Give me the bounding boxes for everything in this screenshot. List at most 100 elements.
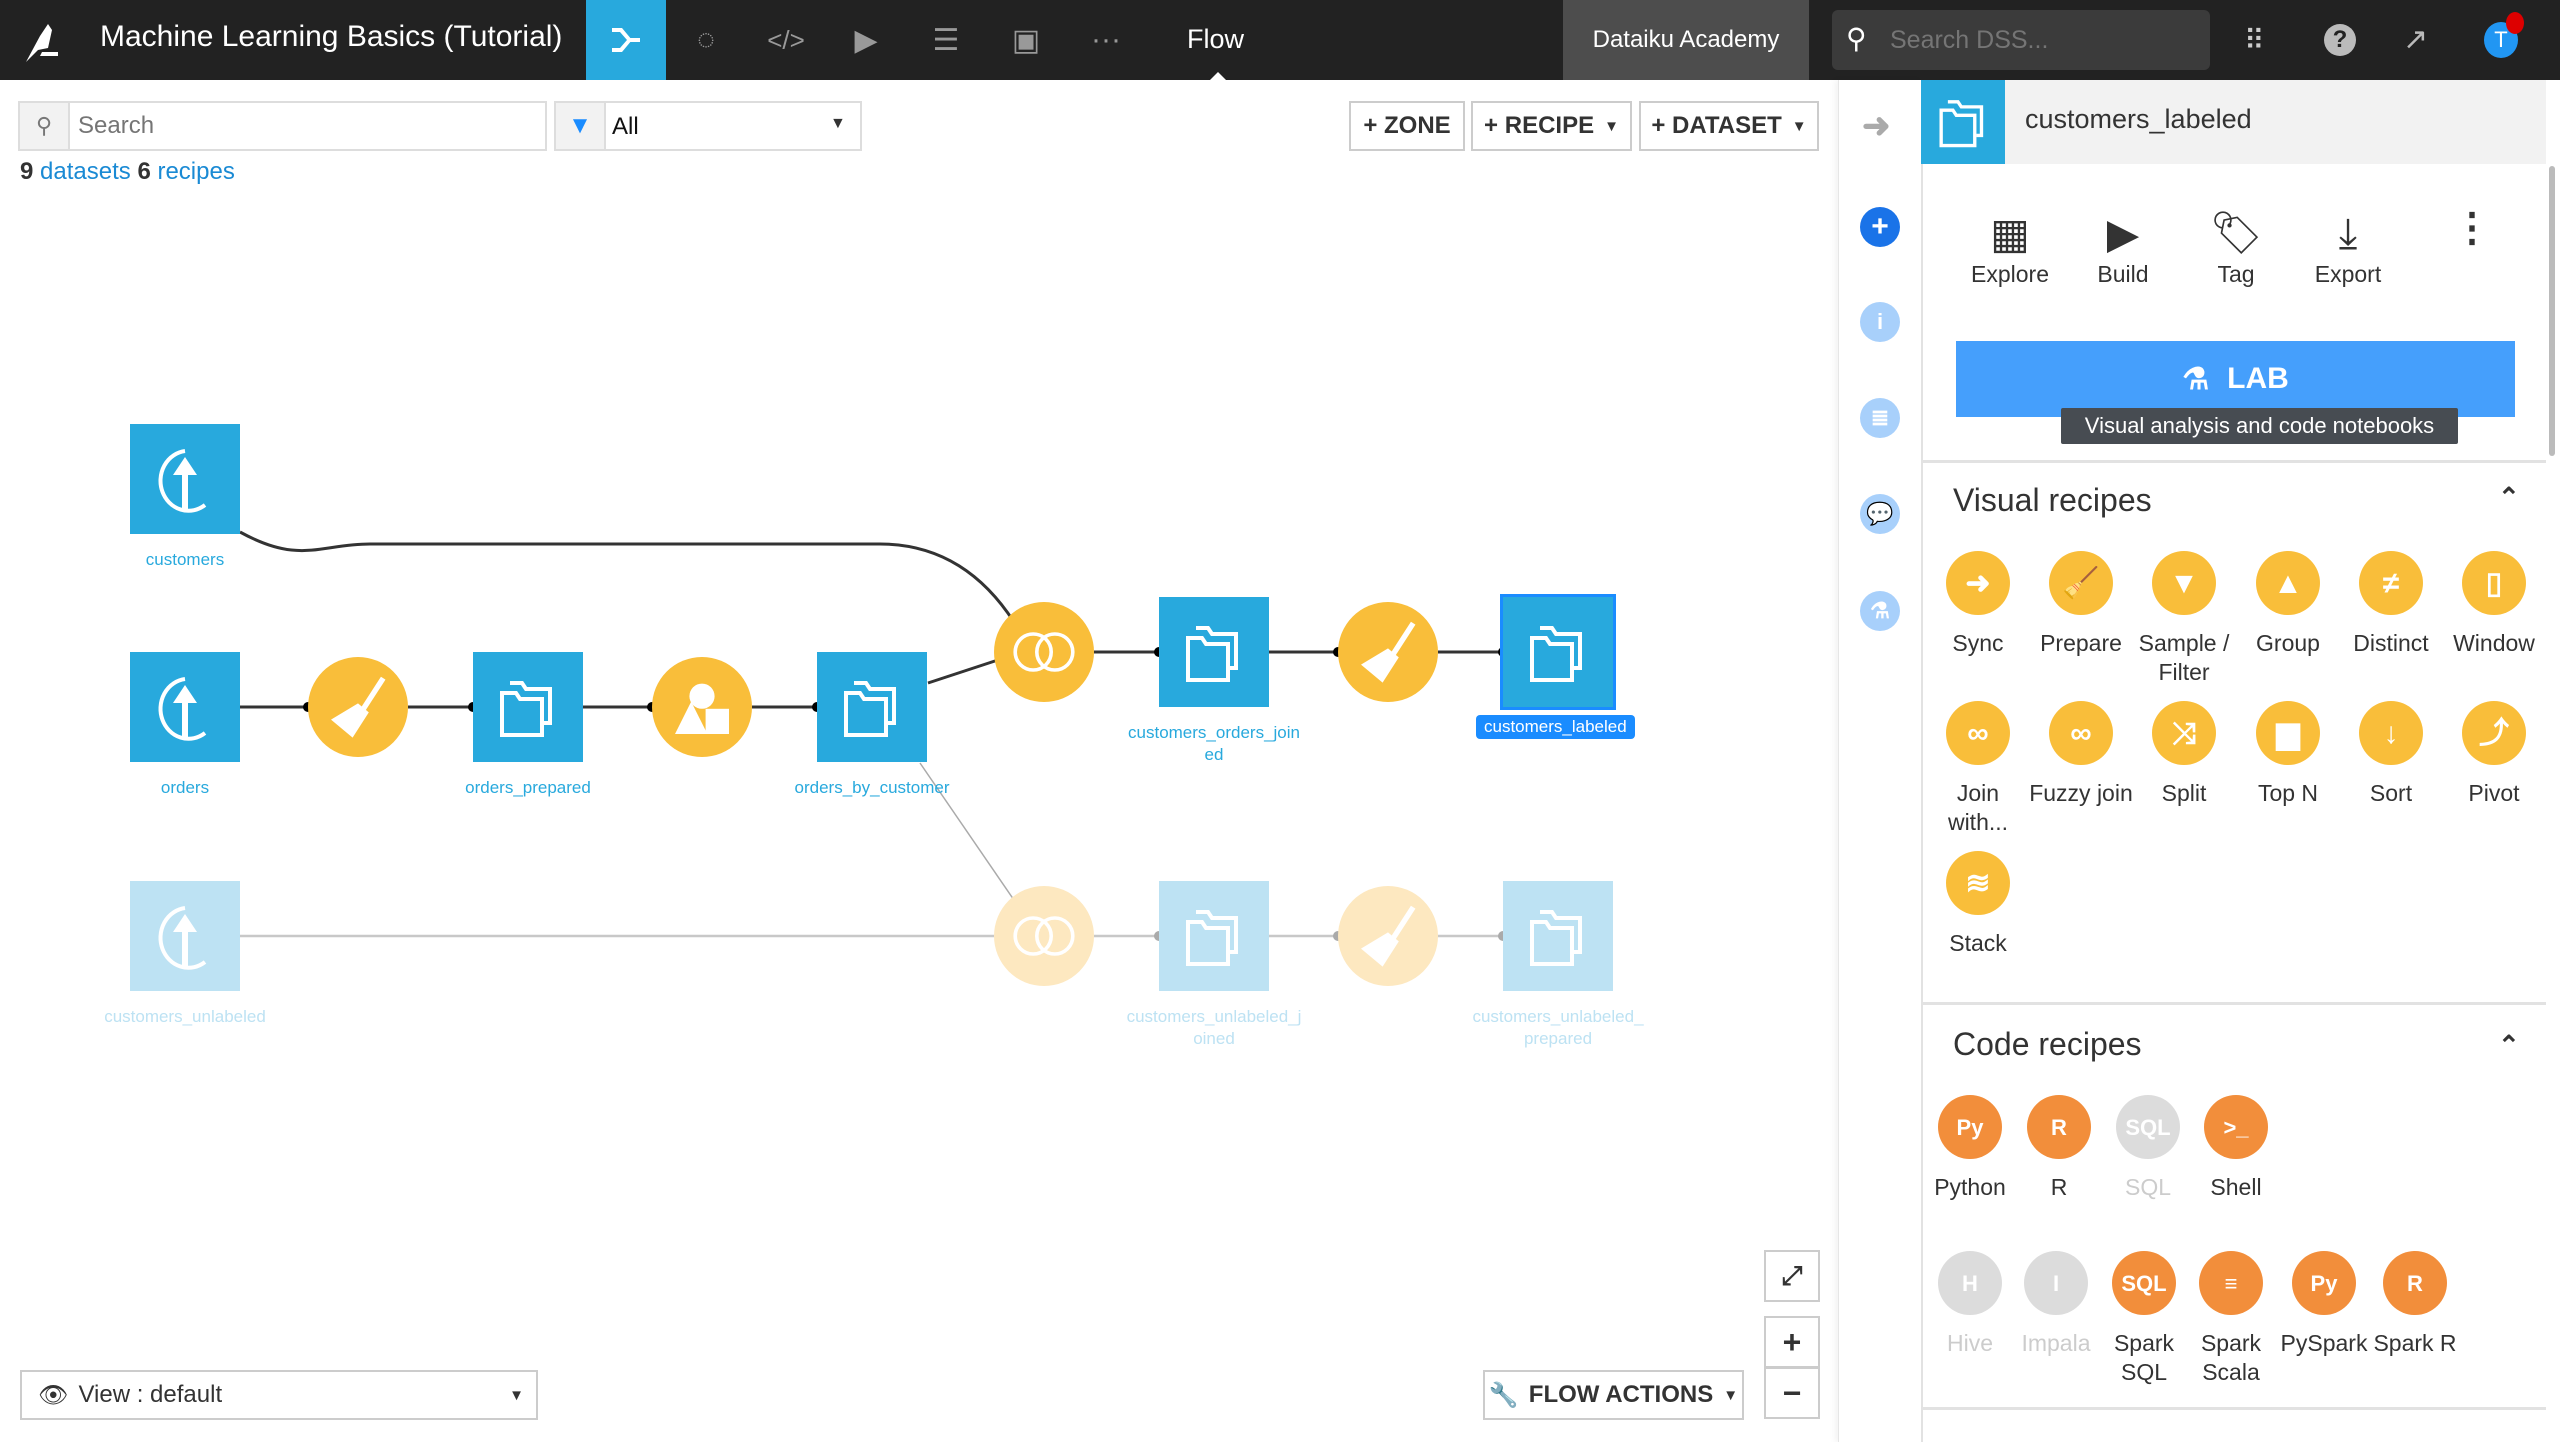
dataset-node-customers_labeled [1503,597,1613,707]
collapse-panel-icon[interactable]: ➜ [1862,106,1891,146]
help-icon[interactable]: ? [2324,24,2356,56]
recipe-icon: ➜ [1946,551,2010,615]
panel-title: customers_labeled [2025,104,2252,134]
recipe-icon: ⤴ [2462,701,2526,765]
lab-button[interactable]: ⚗ LAB [1956,341,2515,417]
global-search-input[interactable] [1890,22,2190,58]
recipe-label: Distinct [2353,630,2429,656]
avatar-initial: T [2494,27,2508,52]
collapse-code-recipes-chevron-up-icon[interactable]: ⌃ [2498,1030,2520,1061]
recipe-label: Sync [1952,630,2004,656]
visual-recipe-pivot[interactable]: ⤴ Pivot [2442,701,2546,808]
panel-scrollbar[interactable] [2549,166,2555,456]
recipe-icon: >_ [2204,1095,2268,1159]
right-strip [1838,80,1921,1442]
dataset-label[interactable]: customers [75,549,295,571]
dataset-label[interactable]: customers_orders_joined [1124,722,1304,766]
dataset-node-customers_unlabeled_prepared [1503,881,1613,991]
recipe-label: Spark R [2373,1330,2457,1356]
visual-recipe-distinct[interactable]: ≠ Distinct [2339,551,2443,658]
tool-export-button[interactable]: ⤓ Export [2293,205,2403,288]
schema-list-icon[interactable]: ≣ [1860,398,1900,438]
dataset-folder-icon [1921,80,2005,164]
tool-build-button[interactable]: ▶ Build [2068,205,2178,288]
actions-plus-icon[interactable]: + [1860,207,1900,247]
dataset-label[interactable]: orders_prepared [418,777,638,799]
recipe-icon: I [2024,1251,2088,1315]
collapse-visual-recipes-chevron-up-icon[interactable]: ⌃ [2498,482,2520,513]
recipe-label: Fuzzy join [2029,780,2133,806]
visual-recipe-prepare[interactable]: 🧹 Prepare [2029,551,2133,658]
visual-recipe-stack[interactable]: ≋ Stack [1926,851,2030,958]
visual-recipe-split[interactable]: ⤨ Split [2132,701,2236,808]
visual-recipe-join-with-[interactable]: ∞ Join with... [1926,701,2030,837]
dataset-node-customers_unlabeled_joined [1159,881,1269,991]
dataset-node-customers_orders_joined [1159,597,1269,707]
global-search[interactable]: ⚲ [1832,10,2210,70]
discussion-icon[interactable]: 💬 [1860,494,1900,534]
code-recipe-pyspark[interactable]: Py PySpark [2272,1251,2376,1358]
recipe-icon: ▲ [2256,551,2320,615]
lab-icon[interactable]: ⚗ [1860,591,1900,631]
info-icon[interactable]: i [1860,302,1900,342]
more-actions-icon[interactable]: ⋮ [2452,208,2492,248]
recipe-icon: Py [1938,1095,2002,1159]
wrench-icon: 🔧 [1488,1381,1519,1409]
divider [1921,460,2546,463]
zoom-out-button[interactable]: − [1764,1367,1820,1419]
recipe-icon: H [1938,1251,2002,1315]
recipe-icon: ≋ [1946,851,2010,915]
code-recipe-spark-scala[interactable]: ≡ Spark Scala [2179,1251,2283,1387]
visual-recipe-group[interactable]: ▲ Group [2236,551,2340,658]
recipe-label: Window [2453,630,2535,656]
lab-tooltip: Visual analysis and code notebooks [2061,408,2458,444]
recipe-icon: SQL [2116,1095,2180,1159]
view-selector[interactable]: 👁 View : default ▼ [20,1370,538,1420]
recipe-icon: ▆ [2256,701,2320,765]
visual-recipe-sort[interactable]: ↓ Sort [2339,701,2443,808]
recipe-icon: ⤨ [2152,701,2216,765]
code-recipe-shell[interactable]: >_ Shell [2184,1095,2288,1202]
visual-recipe-top-n[interactable]: ▆ Top N [2236,701,2340,808]
chevron-down-icon: ▼ [1723,1386,1739,1404]
dataset-label[interactable]: orders [75,777,295,799]
tool-label: Build [2097,261,2149,287]
visual-recipe-fuzzy-join[interactable]: ∞ Fuzzy join [2029,701,2133,808]
search-icon: ⚲ [1846,23,1867,54]
code-recipe-spark-r[interactable]: R Spark R [2363,1251,2467,1358]
flow-actions-button[interactable]: 🔧 FLOW ACTIONS ▼ [1483,1370,1744,1420]
zoom-in-button[interactable]: + [1764,1316,1820,1368]
fit-to-screen-button[interactable]: ⤢ [1764,1250,1820,1302]
recipe-label: PySpark [2280,1330,2368,1356]
recipe-icon: R [2383,1251,2447,1315]
dataset-label[interactable]: orders_by_customer [762,777,982,799]
divider [1921,1407,2546,1410]
recipe-label: Spark Scala [2200,1330,2262,1385]
tool-tag-button[interactable]: 🏷 Tag [2181,205,2291,288]
tag-icon: 🏷 [2209,208,2263,256]
recipe-label: Prepare [2040,630,2122,656]
recipe-label: Pivot [2468,780,2520,806]
recipe-icon: ↓ [2359,701,2423,765]
lab-tooltip-text: Visual analysis and code notebooks [2084,413,2435,438]
activity-icon[interactable]: ↗ [2403,22,2428,57]
recipe-icon: ▯ [2462,551,2526,615]
recipe-icon: Py [2292,1251,2356,1315]
visual-recipe-window[interactable]: ▯ Window [2442,551,2546,658]
visual-recipe-sample-filter[interactable]: ▼ Sample / Filter [2132,551,2236,687]
tool-explore-button[interactable]: ▦ Explore [1955,205,2065,288]
lab-label: LAB [2227,362,2289,395]
edge [927,656,1005,685]
dataset-label[interactable]: customers_labeled [1476,715,1635,739]
dataset-label[interactable]: customers_unlabeled_joined [1124,1006,1304,1050]
recipe-icon: SQL [2112,1251,2176,1315]
dataset-label[interactable]: customers_unlabeled_prepared [1468,1006,1648,1050]
dataset-node-orders_by_customer [817,652,927,762]
recipe-label: Shell [2210,1174,2262,1200]
flow-actions-label: FLOW ACTIONS [1528,1381,1714,1408]
recipe-label: Join with... [1947,780,2009,835]
apps-grid-icon[interactable]: ⠿ [2244,24,2265,57]
visual-recipe-sync[interactable]: ➜ Sync [1926,551,2030,658]
dataset-label[interactable]: customers_unlabeled [75,1006,295,1028]
view-label: View : default [78,1381,223,1408]
